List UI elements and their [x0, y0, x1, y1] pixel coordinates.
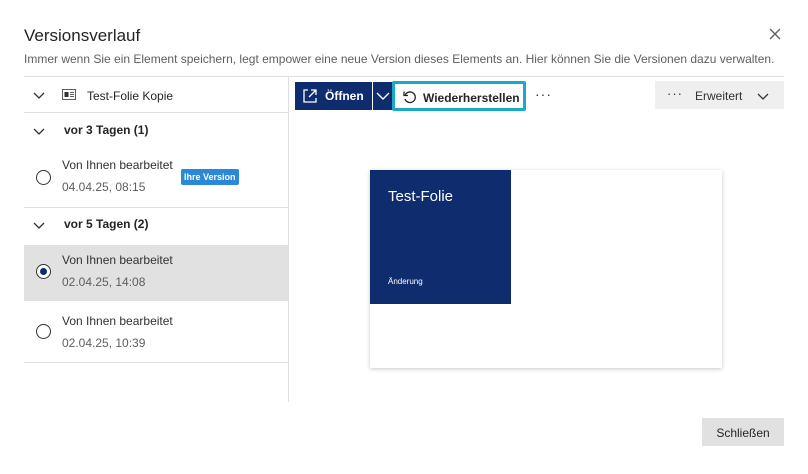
open-dropdown-button[interactable]	[373, 82, 393, 110]
open-button[interactable]: Öffnen	[295, 82, 372, 110]
divider	[24, 362, 288, 363]
version-date: 02.04.25, 10:39	[62, 336, 146, 350]
version-item[interactable]: Von Ihnen bearbeitet 02.04.25, 14:08	[24, 245, 288, 301]
presentation-file-icon	[62, 89, 76, 100]
close-button-label: Schließen	[716, 426, 770, 440]
restore-icon	[403, 91, 416, 104]
restore-button[interactable]: Wiederherstellen	[392, 81, 526, 111]
version-radio[interactable]	[36, 264, 51, 279]
group-label: vor 5 Tagen (2)	[64, 217, 149, 231]
open-external-icon	[303, 89, 317, 103]
more-options-button[interactable]: ···	[535, 86, 552, 102]
advanced-button[interactable]: ··· Erweitert	[655, 81, 784, 109]
more-icon: ···	[667, 86, 683, 101]
group-header-3-days[interactable]: vor 3 Tagen (1)	[24, 117, 288, 145]
slide-preview: Test-Folie Änderung	[370, 170, 722, 368]
version-date: 02.04.25, 14:08	[62, 275, 146, 289]
chevron-down-icon[interactable]	[33, 219, 45, 231]
close-icon[interactable]	[766, 25, 784, 43]
header-divider	[24, 76, 784, 77]
version-radio[interactable]	[36, 170, 51, 185]
slide-title-block: Test-Folie Änderung	[370, 170, 511, 304]
chevron-down-icon[interactable]	[33, 125, 45, 137]
version-edited-by: Von Ihnen bearbeitet	[62, 253, 173, 267]
group-header-5-days[interactable]: vor 5 Tagen (2)	[24, 211, 288, 239]
slide-subtitle: Änderung	[388, 277, 423, 286]
dialog-title: Versionsverlauf	[24, 26, 141, 45]
chevron-down-icon	[757, 93, 769, 100]
divider	[24, 207, 288, 208]
version-item[interactable]: Von Ihnen bearbeitet 04.04.25, 08:15 Ihr…	[24, 152, 288, 206]
open-button-label: Öffnen	[325, 89, 364, 103]
file-name: Test-Folie Kopie	[87, 89, 174, 103]
advanced-button-label: Erweitert	[695, 89, 743, 103]
chevron-down-icon	[376, 92, 390, 100]
version-date: 04.04.25, 08:15	[62, 180, 146, 194]
restore-button-label: Wiederherstellen	[423, 91, 520, 105]
version-edited-by: Von Ihnen bearbeitet	[62, 314, 173, 328]
version-radio[interactable]	[36, 324, 51, 339]
divider	[24, 112, 288, 113]
your-version-badge: Ihre Version	[181, 169, 239, 185]
slide-title: Test-Folie	[388, 188, 454, 205]
version-item[interactable]: Von Ihnen bearbeitet 02.04.25, 10:39	[24, 303, 288, 361]
group-label: vor 3 Tagen (1)	[64, 123, 149, 137]
pane-divider	[288, 77, 289, 402]
dialog-subtitle: Immer wenn Sie ein Element speichern, le…	[24, 52, 775, 66]
version-edited-by: Von Ihnen bearbeitet	[62, 158, 173, 172]
close-button[interactable]: Schließen	[702, 418, 784, 446]
chevron-down-icon[interactable]	[33, 89, 45, 101]
